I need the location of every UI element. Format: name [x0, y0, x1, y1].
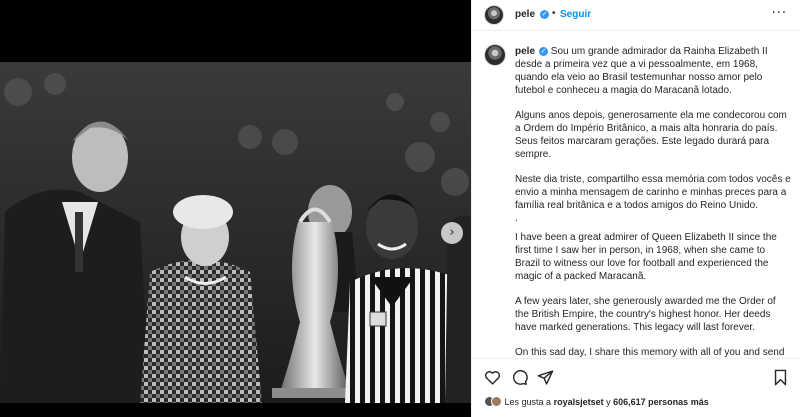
verified-badge-icon: ✓ [540, 10, 549, 19]
more-options-icon[interactable]: ··· [772, 6, 787, 21]
heart-icon[interactable] [484, 369, 501, 386]
caption-avatar[interactable] [484, 44, 506, 66]
caption-paragraph: Alguns anos depois, generosamente ela me… [515, 110, 787, 160]
bookmark-icon[interactable] [772, 369, 789, 386]
header-separator: • [552, 8, 556, 19]
action-bar [472, 358, 800, 394]
post-media[interactable]: › [0, 0, 471, 417]
carousel-next-button[interactable]: › [441, 222, 463, 244]
likes-prefix: Les gusta a [504, 397, 552, 407]
likes-count[interactable]: 606,617 personas más [613, 397, 709, 407]
post-side-panel: pele ✓ • Seguir ··· pele ✓ Sou um grande … [471, 0, 800, 417]
caption-paragraph-text: Sou um grande admirador da Rainha Elizab… [515, 46, 768, 96]
likes-connector: y [606, 397, 611, 407]
caption-paragraph: pele ✓ Sou um grande admirador da Rainha … [515, 45, 791, 97]
verified-badge-icon: ✓ [539, 47, 549, 56]
liker-avatar[interactable] [491, 396, 502, 407]
paper-plane-icon[interactable] [537, 369, 554, 386]
caption-username[interactable]: pele [515, 46, 535, 57]
caption-section[interactable]: pele ✓ Sou um grande admirador da Rainha … [472, 32, 800, 357]
caption-paragraph: . [515, 213, 518, 224]
post-header: pele ✓ • Seguir ··· [472, 0, 800, 31]
post-photo [0, 62, 471, 403]
caption-text: pele ✓ Sou um grande admirador da Rainha … [515, 45, 791, 357]
caption-paragraph: A few years later, she generously awarde… [515, 296, 776, 333]
comment-icon[interactable] [511, 369, 528, 386]
liker-username[interactable]: royalsjetset [554, 397, 604, 407]
caption-paragraph: On this sad day, I share this memory wit… [515, 347, 785, 357]
likes-summary: Les gusta a royalsjetset y 606,617 perso… [484, 396, 709, 407]
follow-button[interactable]: Seguir [560, 9, 591, 20]
author-avatar[interactable] [484, 5, 504, 25]
caption-paragraph: Neste dia triste, compartilho essa memór… [515, 174, 791, 211]
author-username[interactable]: pele [515, 9, 535, 20]
caption-paragraph: I have been a great admirer of Queen Eli… [515, 232, 777, 282]
